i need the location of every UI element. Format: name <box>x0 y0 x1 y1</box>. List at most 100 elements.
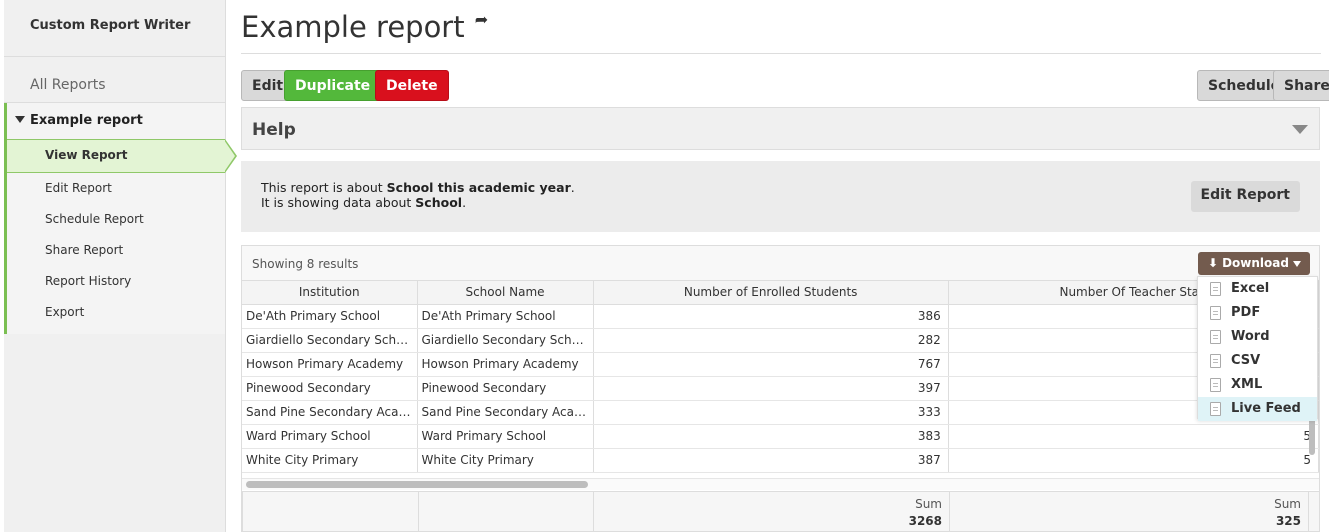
about-punct: . <box>570 180 575 195</box>
table-row[interactable]: De'Ath Primary School De'Ath Primary Scho… <box>242 304 1319 329</box>
toolbar: Edit Duplicate Delete Schedule Share <box>241 54 1329 104</box>
cell-enrolled-students: 383 <box>593 424 949 449</box>
sidebar-item-report-history[interactable]: Report History <box>7 266 225 297</box>
sidebar-item-edit-report[interactable]: Edit Report <box>7 173 225 204</box>
download-label: Download <box>1222 256 1289 270</box>
sidebar-item-export[interactable]: Export <box>7 297 225 328</box>
download-option-label: Live Feed <box>1231 401 1301 416</box>
download-option-xml[interactable]: XML <box>1198 373 1317 397</box>
download-icon: ⬇ <box>1208 256 1219 270</box>
caret-down-icon <box>1293 261 1301 267</box>
table-row[interactable]: White City Primary White City Primary 387 5 <box>242 448 1319 473</box>
page-title: Example report <box>241 10 465 44</box>
download-option-csv[interactable]: CSV <box>1198 349 1317 373</box>
download-option-label: Word <box>1231 329 1270 344</box>
help-panel-header[interactable]: Help <box>241 107 1320 150</box>
cell-school-name: De'Ath Primary School <box>417 304 594 329</box>
about-text: It is showing data about <box>261 195 416 210</box>
caret-down-icon <box>15 116 25 123</box>
share-button[interactable]: Share <box>1273 70 1329 101</box>
table-row[interactable]: Giardiello Secondary School Giardiello Se… <box>242 328 1319 353</box>
table-row[interactable]: Ward Primary School Ward Primary School 38… <box>242 424 1319 449</box>
about-line-1: This report is about School this academi… <box>261 180 1320 195</box>
cell-institution: White City Primary <box>242 448 418 473</box>
about-text: This report is about <box>261 180 387 195</box>
download-option-label: PDF <box>1231 305 1261 320</box>
report-group-title: Example report <box>30 113 143 128</box>
column-header-school-name[interactable]: School Name <box>417 281 594 305</box>
results-panel: Showing 8 results Institution School Nam… <box>241 245 1320 532</box>
about-line-2: It is showing data about School. <box>261 195 1320 210</box>
cell-teacher-staff: 5 <box>948 424 1319 449</box>
table-row[interactable]: Sand Pine Secondary Acade... Sand Pine Se… <box>242 400 1319 425</box>
sidebar-item-schedule-report[interactable]: Schedule Report <box>7 204 225 235</box>
cell-teacher-staff: 5 <box>948 448 1319 473</box>
sidebar-item-share-report[interactable]: Share Report <box>7 235 225 266</box>
word-file-icon <box>1210 330 1221 344</box>
footer-cell <box>242 492 419 531</box>
cell-institution: De'Ath Primary School <box>242 304 418 329</box>
table-body: De'Ath Primary School De'Ath Primary Scho… <box>242 304 1319 473</box>
sidebar-item-label: View Report <box>45 148 128 162</box>
cell-institution: Ward Primary School <box>242 424 418 449</box>
about-subject: School this academic year <box>386 180 571 195</box>
pdf-file-icon <box>1210 306 1221 320</box>
report-nav-group: Example report View Report Edit Report S… <box>4 103 237 334</box>
cell-institution: Giardiello Secondary School <box>242 328 418 353</box>
download-option-word[interactable]: Word <box>1198 325 1317 349</box>
csv-file-icon <box>1210 354 1221 368</box>
cell-school-name: Ward Primary School <box>417 424 594 449</box>
cell-enrolled-students: 282 <box>593 328 949 353</box>
title-row: Example report ➦ <box>241 0 1321 54</box>
download-option-label: XML <box>1231 377 1263 392</box>
cell-enrolled-students: 767 <box>593 352 949 377</box>
report-about-panel: This report is about School this academi… <box>241 161 1320 232</box>
cell-enrolled-students: 387 <box>593 448 949 473</box>
xml-file-icon <box>1210 378 1221 392</box>
download-button[interactable]: ⬇ Download <box>1198 252 1310 275</box>
table-row[interactable]: Howson Primary Academy Howson Primary Aca… <box>242 352 1319 377</box>
footer-cell-students: Sum 3268 <box>593 492 950 531</box>
all-reports-link[interactable]: All Reports <box>4 57 225 103</box>
cell-enrolled-students: 386 <box>593 304 949 329</box>
chevron-down-icon[interactable] <box>1292 125 1308 134</box>
delete-button[interactable]: Delete <box>375 70 449 101</box>
sidebar-item-view-report[interactable]: View Report <box>7 139 237 173</box>
download-menu: Excel PDF Word CSV XML Live Feed <box>1197 276 1318 421</box>
download-option-label: CSV <box>1231 353 1261 368</box>
cell-school-name: White City Primary <box>417 448 594 473</box>
cell-school-name: Giardiello Secondary School <box>417 328 594 353</box>
duplicate-button[interactable]: Duplicate <box>284 70 382 101</box>
download-option-excel[interactable]: Excel <box>1198 277 1317 301</box>
footer-cell <box>418 492 594 531</box>
results-count: Showing 8 results <box>242 246 1319 281</box>
sidebar: Custom Report Writer All Reports Example… <box>4 0 237 532</box>
column-header-institution[interactable]: Institution <box>242 281 418 305</box>
cell-enrolled-students: 397 <box>593 376 949 401</box>
app-title: Custom Report Writer <box>4 0 225 57</box>
cell-school-name: Sand Pine Secondary Academy <box>417 400 594 425</box>
table-header-row: Institution School Name Number of Enroll… <box>242 281 1319 305</box>
cell-school-name: Pinewood Secondary <box>417 376 594 401</box>
share-arrow-icon[interactable]: ➦ <box>475 10 488 29</box>
main-content: Example report ➦ Edit Duplicate Delete S… <box>241 0 1329 532</box>
edit-report-button[interactable]: Edit Report <box>1190 181 1300 212</box>
cell-enrolled-students: 333 <box>593 400 949 425</box>
about-punct: . <box>462 195 467 210</box>
active-pointer-fill <box>224 140 235 172</box>
excel-file-icon <box>1210 282 1221 296</box>
download-option-live-feed[interactable]: Live Feed <box>1198 397 1317 421</box>
column-header-enrolled-students[interactable]: Number of Enrolled Students <box>593 281 949 305</box>
sum-label: Sum <box>1274 497 1301 511</box>
sum-label: Sum <box>915 497 942 511</box>
live-feed-file-icon <box>1210 402 1221 416</box>
download-option-pdf[interactable]: PDF <box>1198 301 1317 325</box>
report-group-header[interactable]: Example report <box>7 103 225 139</box>
footer-cell-staff: Sum 325 <box>949 492 1309 531</box>
horizontal-scrollbar-thumb[interactable] <box>246 481 588 488</box>
help-title: Help <box>252 120 296 140</box>
staff-sum: 325 <box>1275 514 1301 528</box>
students-sum: 3268 <box>908 514 942 528</box>
results-table: Institution School Name Number of Enroll… <box>242 281 1319 473</box>
table-row[interactable]: Pinewood Secondary Pinewood Secondary 397 <box>242 376 1319 401</box>
